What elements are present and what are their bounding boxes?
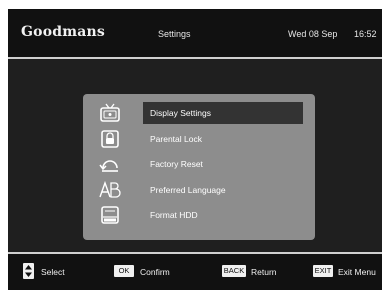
return-label: Return (251, 267, 277, 277)
content-area: Display Settings Parental Lock Factory R… (8, 59, 382, 252)
menu-item-label: Parental Lock (150, 134, 202, 144)
menu-item-label: Preferred Language (150, 185, 226, 195)
footer-bar: Select OK Confirm BACK Return EXIT Exit … (8, 254, 382, 290)
date-display: Wed 08 Sep (288, 29, 338, 39)
menu-item-label: Display Settings (150, 108, 211, 118)
menu-item-label: Factory Reset (150, 159, 203, 169)
settings-menu: Display Settings Parental Lock Factory R… (83, 94, 315, 240)
menu-item-format-hdd[interactable]: Format HDD (83, 204, 315, 229)
reset-icon (99, 160, 118, 172)
tv-screen: Goodmans Settings Wed 08 Sep 16:52 Displ… (8, 9, 382, 290)
time-display: 16:52 (354, 29, 377, 39)
menu-item-preferred-language[interactable]: Preferred Language (83, 179, 315, 204)
tv-icon (100, 103, 120, 122)
exit-label: Exit Menu (338, 267, 376, 277)
exit-key: EXIT (313, 265, 333, 277)
lock-icon (101, 130, 119, 148)
language-icon (99, 180, 121, 198)
back-key: BACK (222, 265, 246, 277)
confirm-label: Confirm (140, 267, 170, 277)
menu-item-parental-lock[interactable]: Parental Lock (83, 128, 315, 153)
menu-item-factory-reset[interactable]: Factory Reset (83, 153, 315, 178)
select-label: Select (41, 267, 65, 277)
hdd-icon (101, 206, 119, 224)
header-bar: Goodmans Settings Wed 08 Sep 16:52 (8, 9, 382, 57)
menu-item-label: Format HDD (150, 210, 198, 220)
ok-key: OK (114, 265, 134, 277)
brand-logo: Goodmans (21, 24, 105, 40)
up-down-arrow-icon (23, 263, 34, 279)
menu-item-display-settings[interactable]: Display Settings (83, 102, 315, 127)
page-title: Settings (158, 29, 191, 39)
